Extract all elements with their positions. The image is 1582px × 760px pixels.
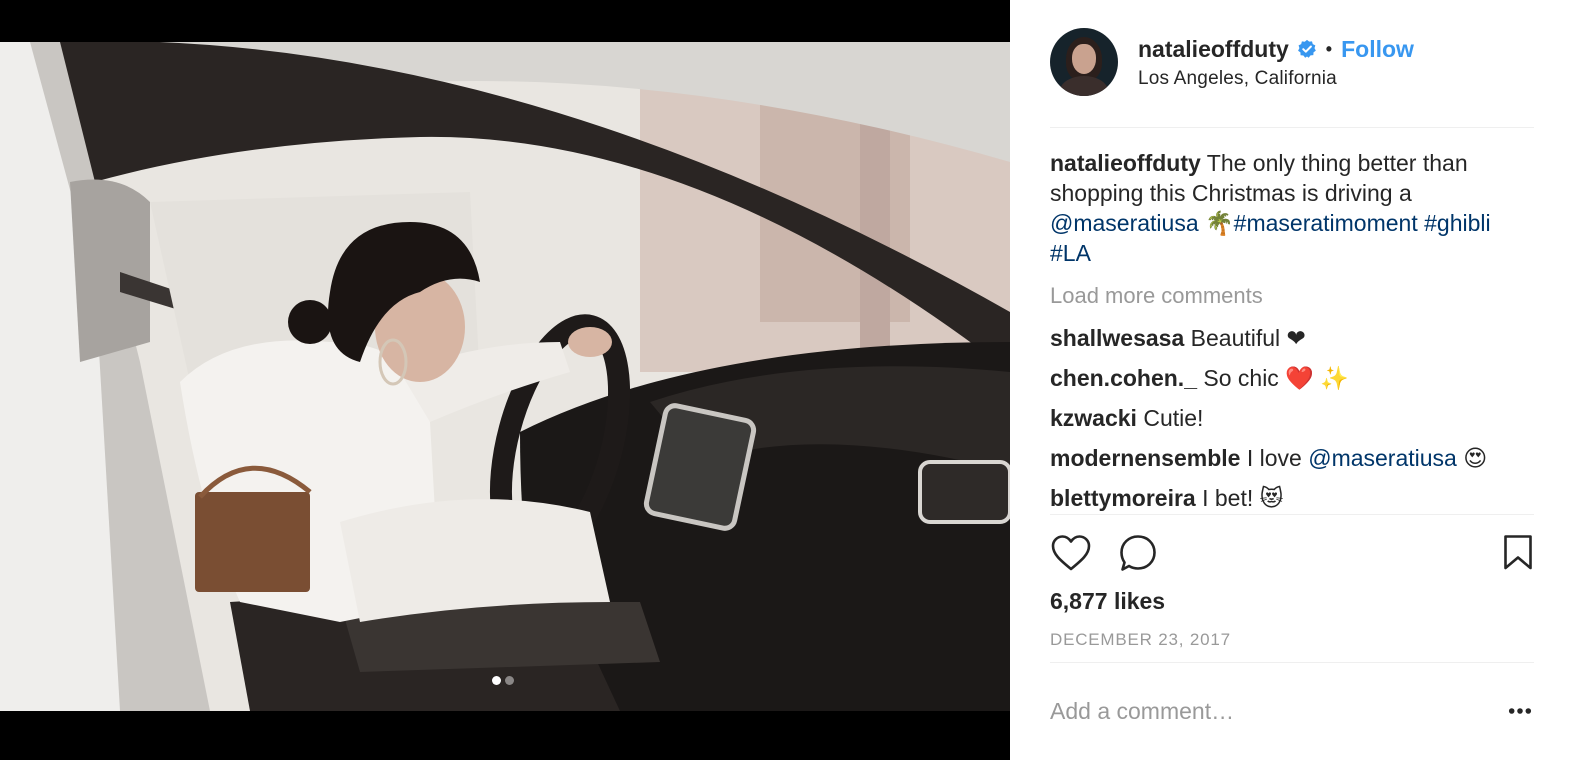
comments-divider xyxy=(1050,514,1534,515)
comment-item: chen.cohen._ So chic ❤️ ✨ xyxy=(1050,363,1542,393)
carousel-dot xyxy=(505,676,514,685)
footer-divider xyxy=(1050,662,1534,663)
hashtag-ghibli[interactable]: #ghibli xyxy=(1424,210,1491,236)
add-comment-input[interactable] xyxy=(1050,697,1470,725)
header-divider xyxy=(1050,127,1534,128)
post-header: natalieoffduty • Follow Los Angeles, Cal… xyxy=(1050,28,1534,98)
comment-text: Beautiful ❤ xyxy=(1190,325,1306,351)
heart-icon[interactable] xyxy=(1050,533,1092,573)
post-location[interactable]: Los Angeles, California xyxy=(1138,68,1414,90)
comment-username[interactable]: modernensemble xyxy=(1050,445,1240,471)
comment-username[interactable]: shallwesasa xyxy=(1050,325,1184,351)
hashtag-la[interactable]: #LA xyxy=(1050,240,1091,266)
comment-text: I love xyxy=(1246,445,1302,471)
comment-item: shallwesasa Beautiful ❤ xyxy=(1050,323,1542,353)
comment-item: kzwacki Cutie! xyxy=(1050,403,1542,433)
bookmark-icon[interactable] xyxy=(1502,533,1534,573)
verified-badge-icon xyxy=(1297,39,1316,58)
post-details-panel: natalieoffduty • Follow Los Angeles, Cal… xyxy=(1010,0,1582,760)
caption-mention[interactable]: @maseratiusa xyxy=(1050,210,1199,236)
comment-text: So chic ❤️ ✨ xyxy=(1203,365,1349,391)
carousel-indicator xyxy=(492,676,514,685)
post-date[interactable]: DECEMBER 23, 2017 xyxy=(1050,630,1231,650)
post-media xyxy=(0,0,1010,760)
hashtag-maseratimoment[interactable]: #maseratimoment xyxy=(1234,210,1418,236)
comment-text: Cutie! xyxy=(1143,405,1204,431)
palm-tree-emoji: 🌴 xyxy=(1205,210,1234,236)
comment-text: I bet! 😻 xyxy=(1202,485,1284,511)
comment-username[interactable]: kzwacki xyxy=(1050,405,1137,431)
comments-section: natalieoffduty The only thing better tha… xyxy=(1050,148,1542,513)
follow-button[interactable]: Follow xyxy=(1341,34,1414,64)
load-more-comments-button[interactable]: Load more comments xyxy=(1050,281,1542,311)
caption-username[interactable]: natalieoffduty xyxy=(1050,150,1201,176)
avatar[interactable] xyxy=(1050,28,1118,96)
post-caption: natalieoffduty The only thing better tha… xyxy=(1050,148,1542,268)
comment-username[interactable]: blettymoreira xyxy=(1050,485,1196,511)
post-photo[interactable] xyxy=(0,42,1010,711)
carousel-dot-active xyxy=(492,676,501,685)
header-username[interactable]: natalieoffduty xyxy=(1138,34,1289,64)
header-separator: • xyxy=(1325,39,1333,59)
comment-bubble-icon[interactable] xyxy=(1118,533,1158,573)
comment-item: modernensemble I love @maseratiusa 😍 xyxy=(1050,443,1542,473)
comment-emoji: 😍 xyxy=(1463,445,1488,471)
comment-mention[interactable]: @maseratiusa xyxy=(1308,445,1457,471)
comment-username[interactable]: chen.cohen._ xyxy=(1050,365,1197,391)
likes-count[interactable]: 6,877 likes xyxy=(1050,588,1165,615)
post-actions xyxy=(1050,533,1534,573)
comment-item: blettymoreira I bet! 😻 xyxy=(1050,483,1542,513)
more-options-icon[interactable] xyxy=(1508,707,1534,715)
car-interior-photo xyxy=(0,42,1010,711)
add-comment-bar xyxy=(1050,690,1534,732)
